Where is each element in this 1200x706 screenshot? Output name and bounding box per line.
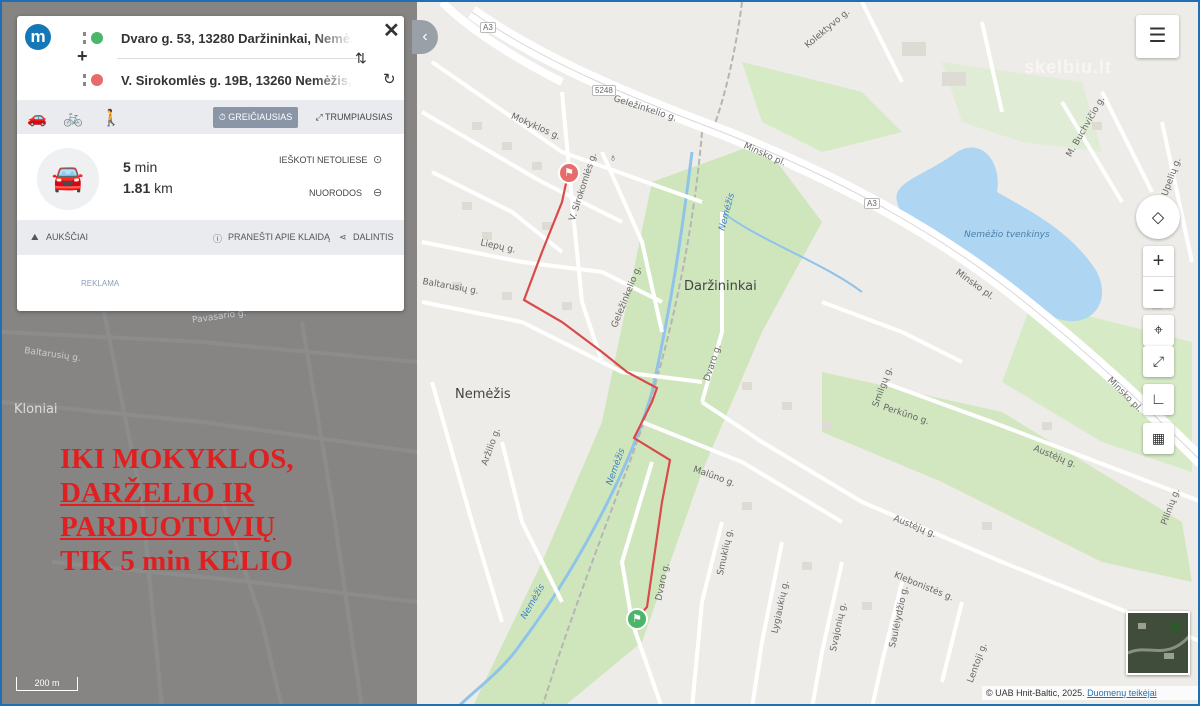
add-stop-button[interactable]: + [77, 46, 88, 67]
satellite-minimap[interactable] [1126, 611, 1190, 675]
elevation-icon[interactable]: ⛰ [31, 232, 39, 243]
time-unit: min [130, 159, 158, 175]
place-label: Nemėžis [455, 387, 511, 402]
zoom-in-button[interactable]: + [1143, 246, 1174, 277]
route-time: 5 min [123, 159, 157, 175]
directions-icon[interactable]: ⊖ [373, 186, 382, 199]
report-error-button[interactable]: PRANEŠTI APIE KLAIDĄ [228, 232, 330, 242]
road-number-badge: A3 [864, 198, 880, 209]
origin-flag-icon[interactable]: ⚑ [626, 608, 648, 630]
zoom-out-button[interactable]: − [1143, 277, 1174, 308]
divider [117, 58, 357, 59]
transport-mode-bar: 🚗 🚲 🚶 ⏱ GREIČIAUSIAS ⤢ TRUMPIAUSIAS [17, 100, 404, 134]
origin-field[interactable]: Dvaro g. 53, 13280 Daržininkai, Nemėži [121, 31, 353, 46]
distance-value: 1.81 [123, 180, 151, 196]
promo-line: IKI MOKYKLOS, [60, 442, 390, 476]
attribution-text: © UAB Hnit-Baltic, 2025. [986, 688, 1088, 698]
reset-icon[interactable]: ↻ [383, 70, 396, 88]
minimap-image [1128, 613, 1188, 673]
drag-handle-icon[interactable] [83, 74, 86, 86]
measure-icon[interactable]: ∟ [1143, 384, 1174, 415]
watermark: skelbiu.lt [1024, 57, 1113, 77]
fullscreen-icon[interactable]: ⤢ [1143, 346, 1174, 377]
share-button[interactable]: DALINTIS [353, 232, 394, 242]
scale-bar: 200 m [16, 677, 78, 691]
destination-pin-icon [91, 74, 103, 86]
promo-text: IKI MOKYKLOS, DARŽELIO IR PARDUOTUVIŲ TI… [60, 442, 390, 578]
water-label: Nemėžio tvenkinys [964, 230, 1050, 240]
promo-line-text: PARDUOTUVIŲ [60, 511, 276, 543]
shortest-route-button[interactable]: ⤢ TRUMPIAUSIAS [309, 107, 399, 128]
walk-mode-icon[interactable]: 🚶 [101, 108, 121, 128]
road-number-badge: 5248 [592, 85, 616, 96]
locate-icon[interactable]: ⌖ [1143, 315, 1174, 346]
map-layers-icon[interactable]: ▦ [1143, 423, 1174, 454]
destination-flag-icon[interactable]: ⚑ [558, 162, 580, 184]
zoom-control: + − [1143, 246, 1174, 308]
map-viewport[interactable]: Daržininkai Nemėžis Kloniai Nemėžio tven… [0, 0, 1200, 706]
drag-handle-icon[interactable] [83, 32, 86, 44]
swap-icon[interactable]: ⇅ [355, 50, 367, 67]
route-panel: m Dvaro g. 53, 13280 Daržininkai, Nemėži… [17, 16, 404, 311]
share-icon[interactable]: ⋖ [339, 232, 347, 243]
search-nearby-button[interactable]: IEŠKOTI NETOLIESE [279, 155, 367, 165]
attribution: © UAB Hnit-Baltic, 2025. Duomenų teikėja… [982, 686, 1198, 700]
close-button[interactable]: ✕ [383, 18, 400, 43]
poi-icon[interactable]: ♁ [606, 152, 620, 166]
origin-pin-icon [91, 32, 103, 44]
promo-line-text: DARŽELIO IR [60, 477, 255, 509]
time-value: 5 [123, 159, 131, 175]
destination-field[interactable]: V. Sirokomlės g. 19B, 13260 Nemėžis, N [121, 73, 353, 88]
promo-line: DARŽELIO IR [60, 476, 390, 510]
ad-label[interactable]: REKLAMA [81, 279, 119, 288]
place-label: Daržininkai [684, 279, 757, 294]
data-providers-link[interactable]: Duomenų teikėjai [1087, 688, 1157, 698]
elevation-button[interactable]: AUKŠČIAI [46, 232, 88, 242]
distance-unit: km [150, 180, 173, 196]
place-label: Kloniai [14, 402, 58, 417]
report-icon[interactable]: ⓘ [213, 232, 222, 245]
app-logo-icon[interactable]: m [25, 24, 51, 50]
fastest-route-button[interactable]: ⏱ GREIČIAUSIAS [213, 107, 298, 128]
promo-line: PARDUOTUVIŲ [60, 510, 390, 544]
car-mode-icon[interactable]: 🚗 [27, 108, 47, 128]
panel-footer: ⛰ AUKŠČIAI ⓘ PRANEŠTI APIE KLAIDĄ ⋖ DALI… [17, 220, 404, 255]
car-icon: 🚘 [37, 148, 99, 210]
road-number-badge: A3 [480, 22, 496, 33]
bicycle-mode-icon[interactable]: 🚲 [63, 108, 83, 128]
route-distance: 1.81 km [123, 180, 173, 196]
directions-button[interactable]: NUORODOS [309, 188, 362, 198]
promo-line-text: IKI MOKYKLOS, [60, 443, 294, 475]
compass-icon[interactable]: ⬦ [1136, 195, 1180, 239]
menu-button[interactable]: ☰ [1136, 15, 1179, 58]
promo-line: TIK 5 min KELIO [60, 544, 390, 578]
search-nearby-icon[interactable]: ⊙ [373, 153, 382, 166]
promo-line-text: TIK 5 min KELIO [60, 545, 293, 577]
